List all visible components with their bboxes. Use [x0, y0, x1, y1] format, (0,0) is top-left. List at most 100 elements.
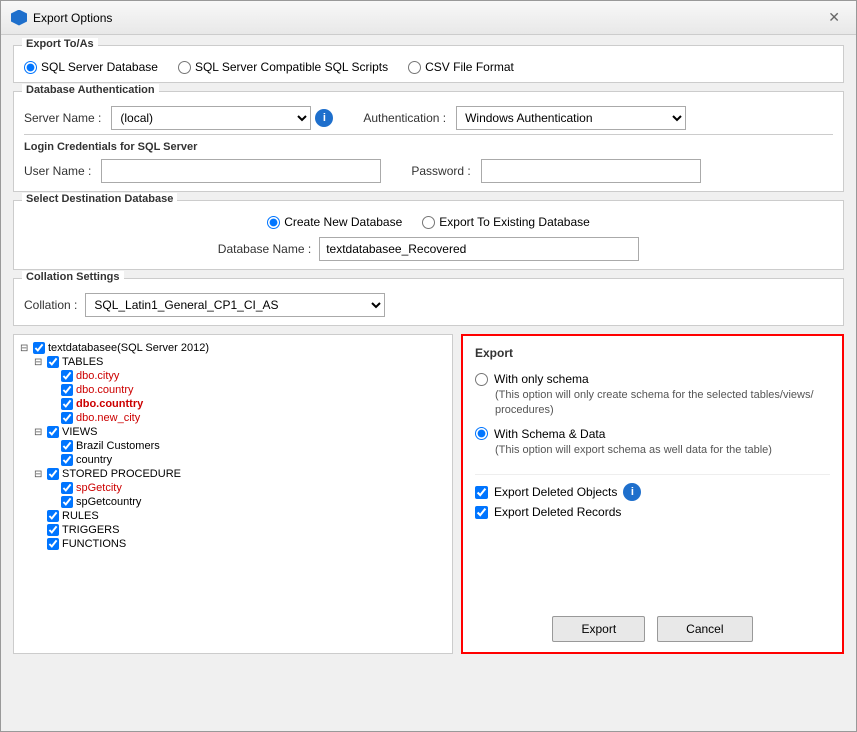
sql-server-db-radio[interactable]	[24, 61, 37, 74]
create-new-db-option[interactable]: Create New Database	[267, 215, 402, 229]
country-checkbox[interactable]	[61, 384, 73, 396]
table-cityy: dbo.cityy	[48, 369, 446, 383]
csv-format-radio[interactable]	[408, 61, 421, 74]
server-name-dropdown[interactable]: (local)	[111, 106, 311, 130]
tables-expand-icon[interactable]: ⊟	[34, 357, 44, 368]
dbname-label: Database Name :	[218, 242, 311, 256]
schema-data-radio[interactable]	[475, 427, 488, 440]
getcountry-checkbox[interactable]	[61, 496, 73, 508]
view-country-label: country	[76, 454, 112, 466]
view-country: country	[48, 453, 446, 467]
create-new-db-radio[interactable]	[267, 216, 280, 229]
db-auth-content: Server Name : (local) i Authentication :…	[14, 92, 843, 191]
export-panel: Export With only schema (This option wil…	[461, 334, 844, 654]
rules-label: RULES	[62, 510, 99, 522]
app-icon	[11, 10, 27, 26]
schema-only-radio[interactable]	[475, 373, 488, 386]
close-button[interactable]: ✕	[822, 7, 846, 28]
dbname-row: Database Name : textdatabasee_Recovered	[24, 237, 833, 261]
deleted-objects-info-icon[interactable]: i	[623, 483, 641, 501]
collation-section: Collation Settings Collation : SQL_Latin…	[13, 278, 844, 326]
export-existing-label[interactable]: Export To Existing Database	[439, 215, 590, 229]
create-new-db-label[interactable]: Create New Database	[284, 215, 402, 229]
table-counttry: dbo.counttry	[48, 397, 446, 411]
root-checkbox[interactable]	[33, 342, 45, 354]
password-input[interactable]	[481, 159, 701, 183]
tables-label: TABLES	[62, 356, 103, 368]
functions-node: FUNCTIONS	[34, 537, 446, 551]
username-input[interactable]	[101, 159, 381, 183]
brazil-customers-checkbox[interactable]	[61, 440, 73, 452]
db-auth-section: Database Authentication Server Name : (l…	[13, 91, 844, 192]
sp-checkbox[interactable]	[47, 468, 59, 480]
root-label: textdatabasee(SQL Server 2012)	[48, 342, 209, 354]
triggers-label: TRIGGERS	[62, 524, 119, 536]
schema-only-option: With only schema (This option will only …	[475, 372, 830, 419]
csv-format-label[interactable]: CSV File Format	[425, 60, 514, 74]
schema-data-desc: (This option will export schema as well …	[495, 443, 830, 458]
cityy-checkbox[interactable]	[61, 370, 73, 382]
view-country-checkbox[interactable]	[61, 454, 73, 466]
sp-expand-icon[interactable]: ⊟	[34, 469, 44, 480]
getcity-label: spGetcity	[76, 482, 122, 494]
auth-dropdown[interactable]: Windows Authentication	[456, 106, 686, 130]
triggers-checkbox[interactable]	[47, 524, 59, 536]
export-deleted-objects-label[interactable]: Export Deleted Objects	[494, 485, 617, 499]
new-city-checkbox[interactable]	[61, 412, 73, 424]
sp-getcity: spGetcity	[48, 481, 446, 495]
rules-checkbox[interactable]	[47, 510, 59, 522]
sql-scripts-label[interactable]: SQL Server Compatible SQL Scripts	[195, 60, 388, 74]
collation-row: Collation : SQL_Latin1_General_CP1_CI_AS	[24, 293, 833, 317]
views-checkbox[interactable]	[47, 426, 59, 438]
export-to-as-title: Export To/As	[22, 38, 98, 50]
csv-format-option[interactable]: CSV File Format	[408, 60, 514, 74]
views-children: Brazil Customers country	[34, 439, 446, 467]
schema-only-row[interactable]: With only schema	[475, 372, 830, 386]
login-cred-title: Login Credentials for SQL Server	[24, 141, 197, 153]
sp-getcountry: spGetcountry	[48, 495, 446, 509]
views-expand-icon[interactable]: ⊟	[34, 427, 44, 438]
export-panel-title: Export	[475, 346, 830, 360]
export-to-as-section: Export To/As SQL Server Database SQL Ser…	[13, 45, 844, 83]
server-info-icon[interactable]: i	[315, 109, 333, 127]
export-button[interactable]: Export	[552, 616, 645, 642]
export-deleted-objects-row: Export Deleted Objects i	[475, 483, 830, 501]
counttry-checkbox[interactable]	[61, 398, 73, 410]
dbname-input[interactable]: textdatabasee_Recovered	[319, 237, 639, 261]
export-checkboxes: Export Deleted Objects i Export Deleted …	[475, 474, 830, 519]
new-city-label: dbo.new_city	[76, 412, 140, 424]
export-deleted-records-label[interactable]: Export Deleted Records	[494, 505, 621, 519]
dialog-title: Export Options	[33, 11, 112, 25]
counttry-label: dbo.counttry	[76, 398, 143, 410]
collation-label: Collation :	[24, 298, 77, 312]
rules-node: RULES	[34, 509, 446, 523]
collation-content: Collation : SQL_Latin1_General_CP1_CI_AS	[14, 279, 843, 325]
root-expand-icon[interactable]: ⊟	[20, 343, 30, 354]
sql-server-db-label[interactable]: SQL Server Database	[41, 60, 158, 74]
tables-children: dbo.cityy dbo.country dbo.counttry	[34, 369, 446, 425]
export-deleted-records-checkbox[interactable]	[475, 506, 488, 519]
dest-options-row: Create New Database Export To Existing D…	[24, 215, 833, 229]
schema-only-label[interactable]: With only schema	[494, 372, 589, 386]
export-deleted-objects-checkbox[interactable]	[475, 486, 488, 499]
schema-data-label[interactable]: With Schema & Data	[494, 427, 605, 441]
views-node: ⊟ VIEWS	[34, 425, 446, 439]
cancel-button[interactable]: Cancel	[657, 616, 752, 642]
export-to-as-content: SQL Server Database SQL Server Compatibl…	[14, 46, 843, 82]
export-existing-radio[interactable]	[422, 216, 435, 229]
collation-dropdown[interactable]: SQL_Latin1_General_CP1_CI_AS	[85, 293, 385, 317]
sp-node: ⊟ STORED PROCEDURE	[34, 467, 446, 481]
sql-scripts-radio[interactable]	[178, 61, 191, 74]
dest-db-content: Create New Database Export To Existing D…	[14, 201, 843, 269]
getcity-checkbox[interactable]	[61, 482, 73, 494]
auth-label: Authentication :	[363, 111, 446, 125]
bottom-area: ⊟ textdatabasee(SQL Server 2012) ⊟ TABLE…	[13, 334, 844, 654]
sql-server-db-option[interactable]: SQL Server Database	[24, 60, 158, 74]
export-existing-option[interactable]: Export To Existing Database	[422, 215, 590, 229]
sql-scripts-option[interactable]: SQL Server Compatible SQL Scripts	[178, 60, 388, 74]
dest-db-section: Select Destination Database Create New D…	[13, 200, 844, 270]
tables-checkbox[interactable]	[47, 356, 59, 368]
schema-data-row[interactable]: With Schema & Data	[475, 427, 830, 441]
dest-db-title: Select Destination Database	[22, 193, 177, 205]
functions-checkbox[interactable]	[47, 538, 59, 550]
